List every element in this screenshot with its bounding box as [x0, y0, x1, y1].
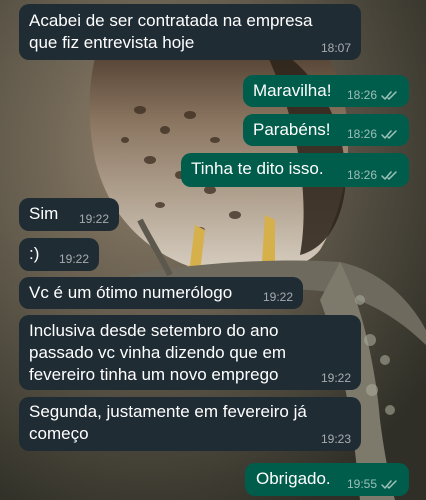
message-text: Acabei de ser contratada na empresa que … [29, 11, 313, 52]
read-double-check-icon [381, 90, 397, 100]
message-meta: 19:22 [59, 252, 89, 266]
message-time: 18:26 [346, 127, 377, 141]
message-text: Sim [29, 204, 59, 223]
message-bubble-outgoing[interactable]: Maravilha! 18:26 [243, 75, 409, 107]
message-text: Vc é um ótimo numerólogo [29, 283, 233, 302]
message-time: 18:07 [320, 41, 351, 55]
message-meta: 18:26 [347, 168, 399, 182]
message-bubble-incoming[interactable]: :) 19:22 [19, 238, 99, 271]
message-meta: 18:26 [347, 127, 399, 141]
message-meta: 19:22 [321, 371, 351, 385]
message-meta: 18:26 [347, 88, 399, 102]
message-meta: 19:22 [79, 212, 109, 226]
message-time: 19:22 [262, 290, 293, 304]
message-text: Parabéns! [253, 120, 331, 139]
message-bubble-incoming[interactable]: Acabei de ser contratada na empresa que … [19, 4, 361, 60]
message-bubble-incoming[interactable]: Sim 19:22 [19, 198, 119, 231]
message-meta: 18:07 [321, 41, 351, 55]
message-bubble-incoming[interactable]: Vc é um ótimo numerólogo 19:22 [19, 277, 303, 309]
read-double-check-icon [381, 129, 397, 139]
message-text: Tinha te dito isso. [191, 159, 324, 178]
message-bubble-outgoing[interactable]: Tinha te dito isso. 18:26 [181, 153, 409, 187]
read-double-check-icon [381, 479, 397, 489]
message-bubble-incoming[interactable]: Inclusiva desde setembro do ano passado … [19, 315, 361, 390]
message-meta: 19:22 [263, 290, 293, 304]
message-time: 19:22 [320, 371, 351, 385]
message-time: 18:26 [346, 168, 377, 182]
read-double-check-icon [381, 170, 397, 180]
message-bubble-outgoing[interactable]: Parabéns! 18:26 [243, 114, 409, 146]
message-bubble-incoming[interactable]: Segunda, justamente em fevereiro já come… [19, 397, 361, 451]
message-text: Maravilha! [253, 81, 332, 100]
message-time: 19:22 [58, 252, 89, 266]
message-meta: 19:55 [347, 477, 399, 491]
message-time: 18:26 [346, 88, 377, 102]
message-text: Obrigado. [256, 469, 331, 488]
message-text: :) [29, 244, 40, 263]
message-meta: 19:23 [321, 432, 351, 446]
message-time: 19:55 [346, 477, 377, 491]
message-text: Segunda, justamente em fevereiro já come… [29, 402, 307, 443]
message-time: 19:23 [320, 432, 351, 446]
message-text: Inclusiva desde setembro do ano passado … [29, 321, 287, 384]
message-time: 19:22 [78, 212, 109, 226]
message-bubble-outgoing[interactable]: Obrigado. 19:55 [245, 463, 409, 496]
